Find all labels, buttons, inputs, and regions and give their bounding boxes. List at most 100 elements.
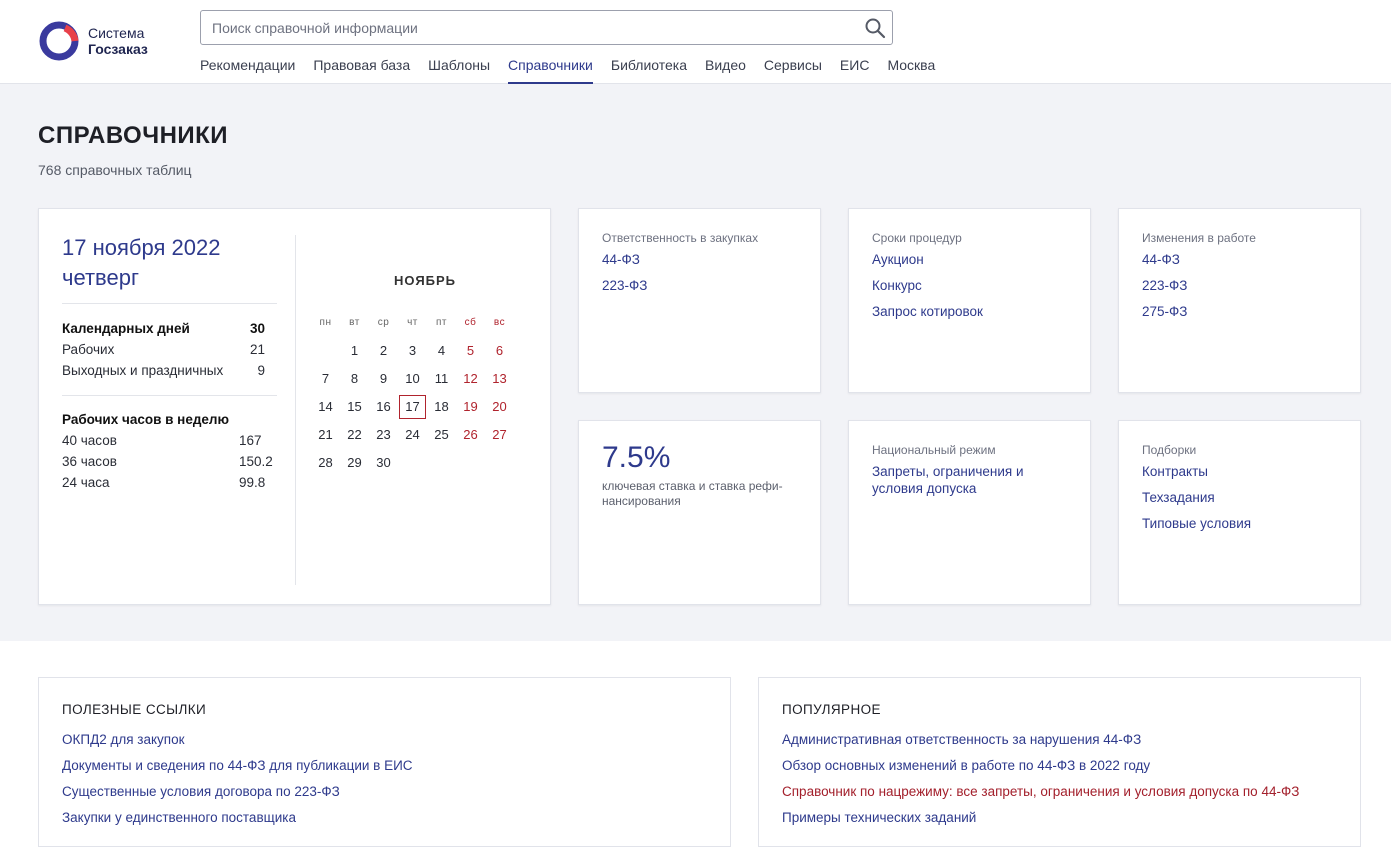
nav-video[interactable]: Видео: [705, 56, 746, 84]
calendar-day[interactable]: 6: [485, 339, 514, 363]
calendar-day-today[interactable]: 17: [399, 395, 426, 419]
calendar-day[interactable]: 27: [485, 423, 514, 447]
useful-link[interactable]: ОКПД2 для закупок: [62, 731, 707, 757]
nav-eis[interactable]: ЕИС: [840, 56, 870, 84]
calendar-day[interactable]: 10: [398, 367, 427, 391]
calendar-day[interactable]: 23: [369, 423, 398, 447]
stat-label: 40 часов: [62, 433, 117, 448]
logo-icon: [39, 21, 79, 61]
calendar-day[interactable]: 3: [398, 339, 427, 363]
popular-link[interactable]: Примеры технических заданий: [782, 809, 1337, 835]
calendar-day[interactable]: 19: [456, 395, 485, 419]
logo-text: Система Госзаказ: [88, 25, 148, 57]
popular-card: ПОПУЛЯРНОЕ Административная ответственно…: [758, 677, 1361, 847]
calendar-week: 28 29 30: [311, 449, 514, 477]
calendar-card: 17 ноября 2022 четверг Календарных дней …: [38, 208, 551, 605]
useful-link[interactable]: Существенные условия договора по 223-ФЗ: [62, 783, 707, 809]
link-tech-specs[interactable]: Техзадания: [1142, 489, 1337, 506]
calendar-day[interactable]: 5: [456, 339, 485, 363]
useful-link[interactable]: Закупки у единственного поставщика: [62, 809, 707, 835]
link-restrictions[interactable]: Запреты, ограничения и условия допуска: [872, 463, 1052, 497]
link-44fz[interactable]: 44-ФЗ: [1142, 251, 1337, 268]
calendar-day[interactable]: 7: [311, 367, 340, 391]
calendar-day[interactable]: 13: [485, 367, 514, 391]
weekday-label: ср: [377, 317, 390, 328]
weekday-label: чт: [407, 317, 418, 328]
calendar-day[interactable]: 30: [369, 451, 398, 475]
popular-title: ПОПУЛЯРНОЕ: [782, 702, 881, 717]
link-223fz[interactable]: 223-ФЗ: [1142, 277, 1337, 294]
calendar-day[interactable]: 20: [485, 395, 514, 419]
calendar-day[interactable]: 15: [340, 395, 369, 419]
link-223fz[interactable]: 223-ФЗ: [602, 277, 797, 294]
link-standard-terms[interactable]: Типовые условия: [1142, 515, 1337, 532]
nav-library[interactable]: Библиотека: [611, 56, 687, 84]
stat-value: 21: [249, 342, 265, 357]
calendar-day[interactable]: 4: [427, 339, 456, 363]
current-date: 17 ноября 2022 четверг: [62, 233, 220, 293]
weekday-text: четверг: [62, 265, 139, 290]
nav-templates[interactable]: Шаблоны: [428, 56, 490, 84]
calendar-day[interactable]: 14: [311, 395, 340, 419]
link-contest[interactable]: Конкурс: [872, 277, 1067, 294]
nav-references[interactable]: Справочники: [508, 56, 593, 84]
calendar-empty: [311, 339, 340, 363]
calendar-day[interactable]: 21: [311, 423, 340, 447]
calendar-day[interactable]: 25: [427, 423, 456, 447]
link-44fz[interactable]: 44-ФЗ: [602, 251, 797, 268]
stat-row: 24 часа 99.8: [62, 472, 273, 493]
useful-link[interactable]: Документы и сведения по 44-ФЗ для публик…: [62, 757, 707, 783]
weekday-label: пн: [319, 317, 332, 328]
stat-row: Рабочих 21: [62, 339, 265, 360]
calendar-day[interactable]: 16: [369, 395, 398, 419]
calendar-empty: [456, 451, 485, 475]
calendar-day[interactable]: 2: [369, 339, 398, 363]
calendar-day[interactable]: 28: [311, 451, 340, 475]
calendar-day[interactable]: 8: [340, 367, 369, 391]
logo-line2: Госзаказ: [88, 41, 148, 57]
calendar-week: 7 8 9 10 11 12 13: [311, 365, 514, 393]
card-key-rate[interactable]: 7.5% ключевая ставка и ставка рефи-нанси…: [578, 420, 821, 605]
card-deadlines: Сроки процедур Аукцион Конкурс Запрос ко…: [848, 208, 1091, 393]
link-quotation[interactable]: Запрос котировок: [872, 303, 1067, 320]
logo[interactable]: Система Госзаказ: [38, 19, 178, 63]
calendar-week: 14 15 16 17 18 19 20: [311, 393, 514, 421]
weekday-label: вс: [493, 317, 506, 328]
popular-link[interactable]: Справочник по нацрежиму: все запреты, ог…: [782, 783, 1337, 809]
calendar-day[interactable]: 24: [398, 423, 427, 447]
calendar-day[interactable]: 18: [427, 395, 456, 419]
nav-recommendations[interactable]: Рекомендации: [200, 56, 295, 84]
stat-label: 36 часов: [62, 454, 117, 469]
calendar-day[interactable]: 11: [427, 367, 456, 391]
popular-link[interactable]: Административная ответственность за нару…: [782, 731, 1337, 757]
search-input[interactable]: [201, 11, 851, 44]
link-275fz[interactable]: 275-ФЗ: [1142, 303, 1337, 320]
link-auction[interactable]: Аукцион: [872, 251, 1067, 268]
card-label: Подборки: [1142, 443, 1197, 457]
calendar-day[interactable]: 29: [340, 451, 369, 475]
calendar-day[interactable]: 12: [456, 367, 485, 391]
page-subtitle: 768 справочных таблиц: [38, 162, 192, 178]
search-icon[interactable]: [864, 17, 886, 39]
calendar-week: 123456: [311, 337, 514, 365]
weekday-label: сб: [464, 317, 477, 328]
calendar-day[interactable]: 26: [456, 423, 485, 447]
calendar-day[interactable]: 9: [369, 367, 398, 391]
month-title: НОЯБРЬ: [393, 273, 457, 288]
card-label: Ответственность в закупках: [602, 231, 759, 245]
references-section: СПРАВОЧНИКИ 768 справочных таблиц 17 ноя…: [0, 84, 1391, 641]
calendar-day[interactable]: 1: [340, 339, 369, 363]
stat-label: Рабочих часов в неделю: [62, 412, 230, 427]
page-title: СПРАВОЧНИКИ: [38, 122, 229, 149]
nav-legal-base[interactable]: Правовая база: [313, 56, 410, 84]
calendar-empty: [485, 451, 514, 475]
stat-value: 30: [249, 321, 265, 336]
link-contracts[interactable]: Контракты: [1142, 463, 1337, 480]
popular-link[interactable]: Обзор основных изменений в работе по 44-…: [782, 757, 1337, 783]
weekday-header-row: пн вт ср чт пт сб вс: [311, 309, 514, 337]
stat-label: Календарных дней: [62, 321, 190, 336]
nav-services[interactable]: Сервисы: [764, 56, 822, 84]
nav-moscow[interactable]: Москва: [887, 56, 935, 84]
calendar-day[interactable]: 22: [340, 423, 369, 447]
weekday-label: вт: [349, 317, 360, 328]
